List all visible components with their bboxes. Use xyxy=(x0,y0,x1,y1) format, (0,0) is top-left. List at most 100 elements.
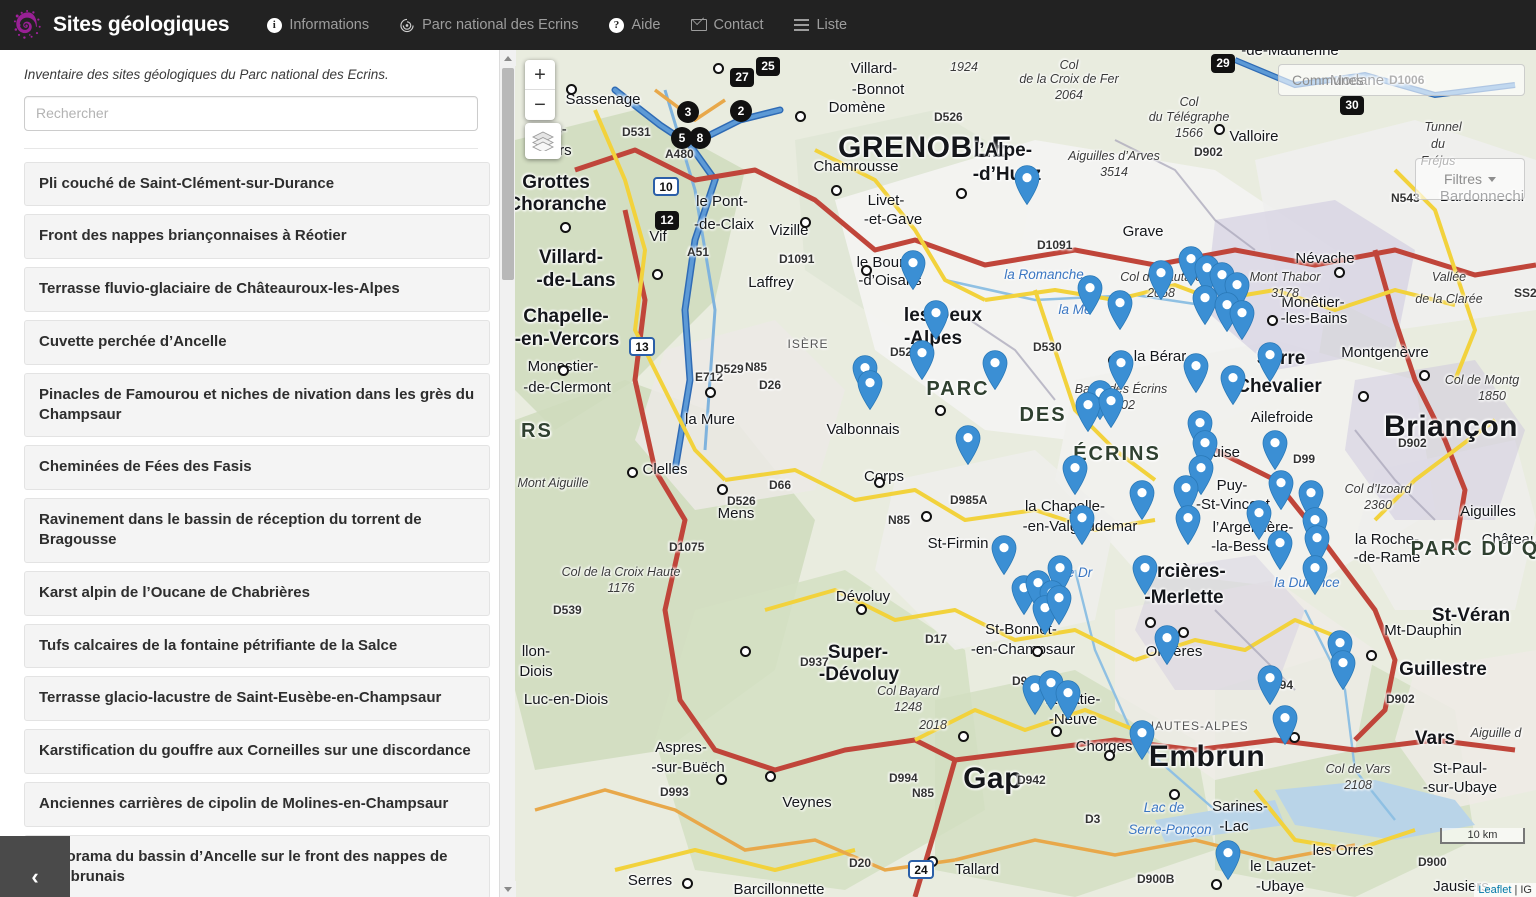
zoom-in-button[interactable]: + xyxy=(525,60,555,90)
map-site-marker[interactable] xyxy=(1330,650,1356,691)
communes-select[interactable]: Communes xyxy=(1278,64,1525,96)
map-site-marker[interactable] xyxy=(982,350,1008,391)
communes-label: Communes xyxy=(1292,72,1364,88)
road-shield: 2 xyxy=(730,100,752,122)
sites-sidebar: Inventaire des sites géologiques du Parc… xyxy=(0,50,515,897)
map-site-marker[interactable] xyxy=(1046,585,1072,626)
map-site-marker[interactable] xyxy=(991,535,1017,576)
brand-home-link[interactable]: Sites géologiques xyxy=(10,5,230,45)
map-city-dot xyxy=(1357,390,1369,402)
map-site-marker[interactable] xyxy=(1215,840,1241,881)
road-shield: 10 xyxy=(653,177,679,196)
nav-label-parc: Parc national des Ecrins xyxy=(422,17,579,33)
site-list-item[interactable]: Terrasse glacio-lacustre de Saint-Eusèbe… xyxy=(24,676,490,722)
map-site-marker[interactable] xyxy=(1014,165,1040,206)
map-site-marker[interactable] xyxy=(1267,530,1293,571)
map-city-dot xyxy=(860,264,872,276)
road-shield: 12 xyxy=(655,210,679,230)
map-site-marker[interactable] xyxy=(1229,300,1255,341)
map-site-marker[interactable] xyxy=(1132,555,1158,596)
nav-item-contact[interactable]: Contact xyxy=(676,0,779,50)
map-site-marker[interactable] xyxy=(857,370,883,411)
site-list-item[interactable]: Terrasse fluvio-glaciaire de Châteauroux… xyxy=(24,267,490,312)
sidebar-intro-text: Inventaire des sites géologiques du Parc… xyxy=(24,67,389,82)
map-site-marker[interactable] xyxy=(1154,625,1180,666)
nav-label-contact: Contact xyxy=(713,17,764,33)
leaflet-map[interactable]: + − Communes Filtres 10 km Leaflet | IG … xyxy=(515,50,1536,897)
map-city-dot xyxy=(873,476,885,488)
zoom-out-button[interactable]: − xyxy=(525,90,555,120)
nav-item-aide[interactable]: ? Aide xyxy=(593,0,675,50)
filtres-label: Filtres xyxy=(1443,171,1483,187)
map-site-marker[interactable] xyxy=(1175,505,1201,546)
nav-label-liste: Liste xyxy=(816,17,848,33)
site-list-item[interactable]: Anciennes carrières de cipolin de Moline… xyxy=(24,781,490,827)
scroll-down-arrow[interactable] xyxy=(500,881,516,897)
map-city-dot xyxy=(830,184,842,196)
map-site-marker[interactable] xyxy=(1148,260,1174,301)
map-site-marker[interactable] xyxy=(909,340,935,381)
map-site-marker[interactable] xyxy=(1257,342,1283,383)
map-site-marker[interactable] xyxy=(1220,365,1246,406)
map-site-marker[interactable] xyxy=(1262,430,1288,471)
scroll-up-arrow[interactable] xyxy=(500,50,516,66)
map-city-dot xyxy=(1365,649,1377,661)
site-list-item[interactable]: Cuvette perchée d’Ancelle xyxy=(24,319,490,365)
scale-label: 10 km xyxy=(1467,829,1498,841)
map-city-dot xyxy=(855,603,867,615)
site-list-item[interactable]: Panorama du bassin d’Ancelle sur le fron… xyxy=(24,834,490,897)
map-site-marker[interactable] xyxy=(1062,455,1088,496)
map-site-marker[interactable] xyxy=(1257,665,1283,706)
map-site-marker[interactable] xyxy=(1129,720,1155,761)
pne-spiral-icon xyxy=(399,17,415,33)
map-site-marker[interactable] xyxy=(1107,290,1133,331)
site-list-item[interactable]: Front des nappes briançonnaises à Réotie… xyxy=(24,214,490,260)
leaflet-attribution-link[interactable]: Leaflet xyxy=(1478,884,1511,896)
map-city-dot xyxy=(712,62,724,74)
road-shield: 24 xyxy=(908,860,934,879)
nav-item-parc-national-des-ecrins[interactable]: Parc national des Ecrins xyxy=(384,0,593,50)
road-shield: 27 xyxy=(730,67,754,87)
site-list-item[interactable]: Pinacles de Famourou et niches de nivati… xyxy=(24,372,490,438)
map-city-dot xyxy=(1213,123,1225,135)
site-list-item[interactable]: Ravinement dans le bassin de réception d… xyxy=(24,498,490,563)
nav-item-informations[interactable]: i Informations xyxy=(251,0,384,50)
map-city-dot xyxy=(799,216,811,228)
site-list-item[interactable]: Cheminées de Fées des Fasis xyxy=(24,445,490,491)
map-city-dot xyxy=(1103,749,1115,761)
road-shield: 8 xyxy=(689,127,711,149)
map-site-marker[interactable] xyxy=(900,250,926,291)
map-site-marker[interactable] xyxy=(1183,353,1209,394)
filtres-dropdown-button[interactable]: Filtres xyxy=(1415,158,1525,200)
top-navbar: Sites géologiques i Informations Parc na… xyxy=(0,0,1536,50)
map-site-marker[interactable] xyxy=(923,300,949,341)
sidebar-scrollbar-thumb[interactable] xyxy=(502,68,514,280)
sidebar-collapse-button[interactable]: ‹ xyxy=(0,836,70,897)
site-list-item[interactable]: Karst alpin de l’Oucane de Chabrières xyxy=(24,570,490,616)
site-list: Pli couché de Saint-Clément-sur-Durance F… xyxy=(24,161,490,897)
map-city-dot xyxy=(557,364,569,376)
map-site-marker[interactable] xyxy=(1272,705,1298,746)
map-site-marker[interactable] xyxy=(1069,505,1095,546)
map-site-marker[interactable] xyxy=(1077,275,1103,316)
site-list-item[interactable]: Karstification du gouffre aux Corneilles… xyxy=(24,729,490,774)
zoom-control[interactable]: + − xyxy=(525,60,555,120)
map-site-marker[interactable] xyxy=(955,425,981,466)
nav-item-liste[interactable]: Liste xyxy=(778,0,862,50)
map-site-marker[interactable] xyxy=(1129,480,1155,521)
map-city-dot xyxy=(934,404,946,416)
site-list-item[interactable]: Pli couché de Saint-Clément-sur-Durance xyxy=(24,161,490,207)
map-city-dot xyxy=(955,187,967,199)
map-city-dot xyxy=(626,466,638,478)
map-site-marker[interactable] xyxy=(1055,680,1081,721)
site-list-item[interactable]: Tufs calcaires de la fontaine pétrifiant… xyxy=(24,623,490,669)
list-bars-icon xyxy=(793,17,809,33)
map-site-marker[interactable] xyxy=(1098,388,1124,429)
road-shield: 29 xyxy=(1211,53,1235,73)
map-site-marker[interactable] xyxy=(1302,555,1328,596)
layers-control-button[interactable] xyxy=(525,123,561,159)
search-input[interactable] xyxy=(24,95,478,131)
sidebar-scrollbar[interactable] xyxy=(499,50,516,897)
map-city-dot xyxy=(1266,314,1278,326)
chevron-left-icon: ‹ xyxy=(31,864,39,889)
